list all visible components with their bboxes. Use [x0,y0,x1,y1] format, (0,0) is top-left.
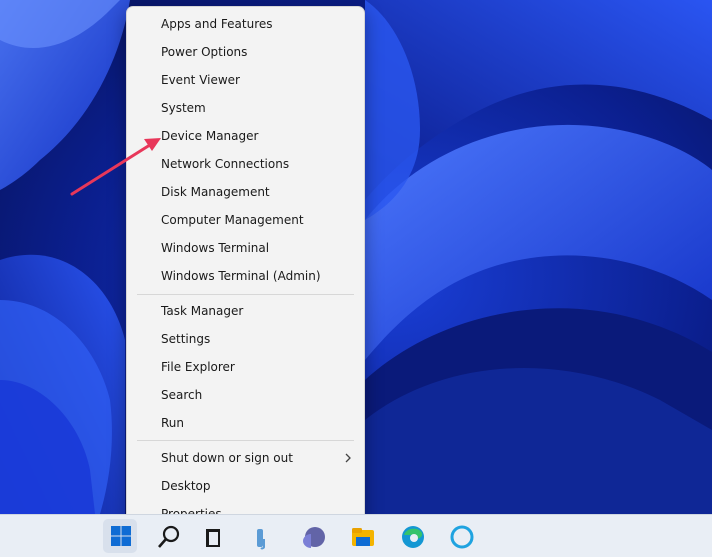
winx-context-menu: Apps and Features Power Options Event Vi… [126,6,365,532]
menu-separator [137,294,354,295]
menu-item-task-manager[interactable]: Task Manager [127,297,364,325]
menu-item-windows-terminal[interactable]: Windows Terminal [127,234,364,262]
menu-item-label: Shut down or sign out [161,451,293,465]
menu-item-device-manager[interactable]: Device Manager [127,122,364,150]
taskbar [0,514,712,557]
cortana-icon[interactable] [447,521,477,551]
task-view-icon[interactable] [200,521,230,551]
menu-item-run[interactable]: Run [127,409,364,437]
menu-item-file-explorer[interactable]: File Explorer [127,353,364,381]
file-explorer-icon[interactable] [348,521,378,551]
menu-item-computer-management[interactable]: Computer Management [127,206,364,234]
teams-chat-icon[interactable] [298,521,328,551]
menu-item-disk-management[interactable]: Disk Management [127,178,364,206]
menu-item-apps-and-features[interactable]: Apps and Features [127,10,364,38]
menu-item-power-options[interactable]: Power Options [127,38,364,66]
windows-start-icon[interactable] [106,521,136,551]
edge-browser-icon[interactable] [398,521,428,551]
menu-item-network-connections[interactable]: Network Connections [127,150,364,178]
menu-item-event-viewer[interactable]: Event Viewer [127,66,364,94]
menu-item-windows-terminal-admin[interactable]: Windows Terminal (Admin) [127,262,364,290]
menu-item-settings[interactable]: Settings [127,325,364,353]
menu-separator [137,440,354,441]
menu-item-search[interactable]: Search [127,381,364,409]
menu-item-desktop[interactable]: Desktop [127,472,364,500]
menu-item-system[interactable]: System [127,94,364,122]
widgets-icon[interactable] [250,521,280,551]
menu-item-shut-down-or-sign-out[interactable]: Shut down or sign out [127,444,364,472]
search-icon[interactable] [154,521,184,551]
